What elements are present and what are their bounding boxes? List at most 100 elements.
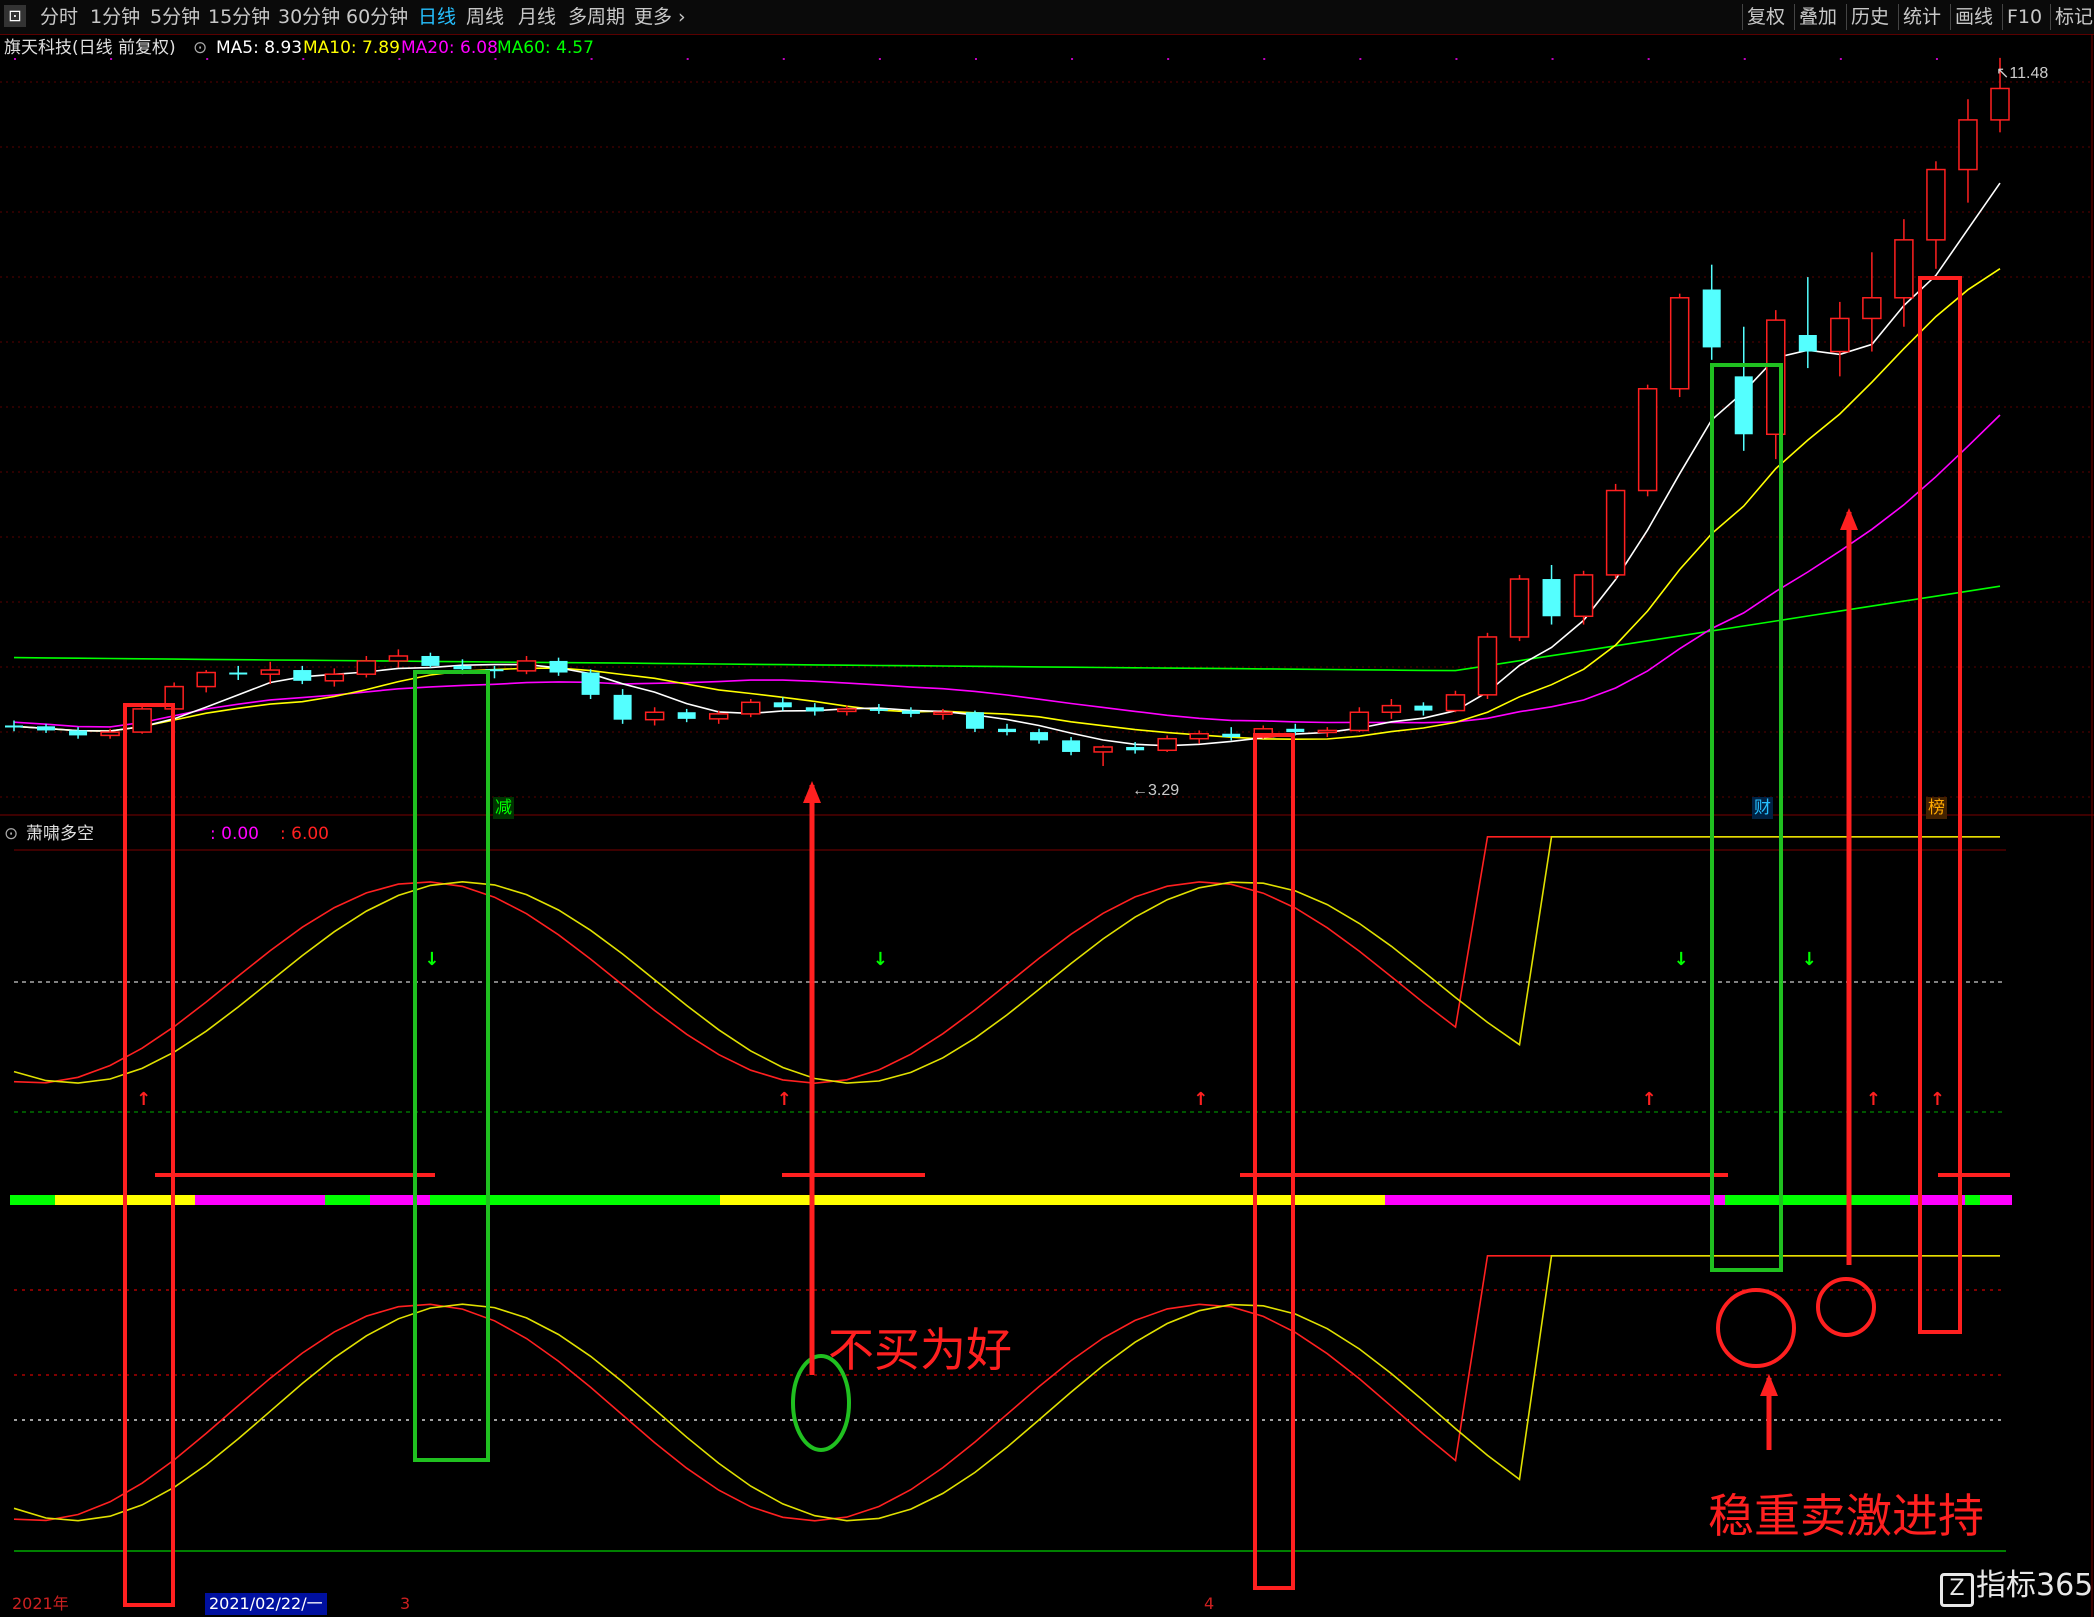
top-marker [1839,58,1842,60]
ma5-line [13,182,2001,747]
buy-arrow: ↑ [136,1089,151,1110]
signal-line-fast [13,836,2000,1085]
event-badge-0[interactable]: 减 [493,797,514,819]
top-marker [1743,58,1746,60]
candle-down [5,725,23,728]
highlight-box-green [413,670,490,1462]
candle-up [1830,317,1850,353]
logo-text: 指标365 [1976,1568,2094,1603]
sell-arrow: ↓ [1674,949,1689,970]
buy-arrow: ↑ [1642,1089,1657,1110]
top-marker [1359,58,1362,60]
candle-up [740,701,761,715]
candle-down [229,672,248,675]
candle-up [100,731,120,737]
state-bar-segment [10,1195,55,1205]
candle-down [1062,740,1081,752]
candle-down [869,708,888,711]
candle-down [998,728,1016,733]
top-marker [302,58,305,60]
ma10-line [13,268,2001,741]
top-marker [1647,58,1650,60]
candle-down [1222,733,1241,738]
candle-up [324,673,345,682]
candle-down [677,712,696,719]
annotation-hold: 稳重卖激进持 [1708,1489,1984,1543]
candle-down [1734,376,1753,435]
candle-down [965,712,984,729]
buy-arrow: ↑ [1193,1089,1208,1110]
candle-up [516,660,537,672]
candle-down [773,702,792,708]
kline-chart: ←3.29 ↖11.48 ↑ ↑ ↑ ↑ ↑ ↑ ↓ ↓ ↓ ↓ [0,34,2094,1617]
indicator-value-2: : 6.00 [280,824,329,844]
candle-down [1798,335,1817,352]
top-marker [494,58,497,60]
x-axis-label-year: 2021年 [12,1594,69,1613]
top-marker [110,58,113,60]
candle-up [1381,704,1402,713]
candle-down [1702,289,1721,348]
candle-up [1926,168,1946,241]
state-bar-segment [1385,1195,1725,1205]
candle-up [1637,388,1658,492]
state-bar-segment [1965,1195,1980,1205]
candle-down [805,707,824,712]
top-marker [398,58,401,60]
candle-up [388,655,409,662]
brand-logo: Z 指标365 [1940,1560,2093,1607]
annotation-arrow-head [1840,508,1858,530]
top-marker [1167,58,1170,60]
candle-up [1958,119,1978,171]
indicator-value-1: : 0.00 [210,824,259,844]
highlight-box-red [1253,733,1295,1590]
candle-up [837,708,857,713]
event-badge-2[interactable]: 榜 [1926,797,1947,819]
candle-up [1573,574,1594,618]
top-marker [1455,58,1458,60]
candle-up [933,711,953,715]
candle-up [1605,489,1626,576]
state-bar-segment [720,1195,1385,1205]
top-marker [14,58,16,60]
sell-arrow: ↓ [424,949,439,970]
state-bar-segment [195,1195,325,1205]
candle-up [356,660,377,675]
candle-down [1030,732,1049,741]
state-bar-segment [325,1195,370,1205]
top-marker [782,58,785,60]
candle-down [581,672,600,695]
state-bar-segment [1980,1195,2012,1205]
event-badge-1[interactable]: 财 [1752,797,1773,819]
candle-up [196,671,216,688]
annotation-arrow-head [1760,1374,1778,1396]
candle-up [708,713,729,720]
candle-up [1445,694,1466,712]
buy-arrow: ↑ [777,1089,792,1110]
candle-up [260,669,281,675]
logo-icon: Z [1940,1573,1974,1607]
candle-up [1894,239,1914,299]
highlight-circle-red [1816,1277,1876,1337]
x-axis-label-march: 3 [400,1594,411,1613]
top-marker [590,58,593,60]
candle-down [453,665,472,670]
top-marker [974,58,977,60]
candle-up [1669,297,1690,390]
dropdown-icon[interactable]: ⊙ [4,820,18,848]
buy-arrow: ↑ [1866,1089,1881,1110]
buy-arrow: ↑ [1930,1089,1945,1110]
candle-up [1349,711,1370,732]
candle-up [644,711,665,721]
top-marker [206,58,209,60]
candle-up [1509,578,1530,638]
top-marker [1071,58,1074,60]
top-marker [1551,58,1554,60]
highlight-box-red [123,703,175,1607]
ma60-line [13,585,2001,672]
candle-up [1862,297,1882,320]
candle-down [1414,705,1433,711]
top-marker [878,58,881,60]
annotation-dont-buy: 不买为好 [828,1323,1012,1377]
signal-line-slow-2 [13,1255,2000,1522]
